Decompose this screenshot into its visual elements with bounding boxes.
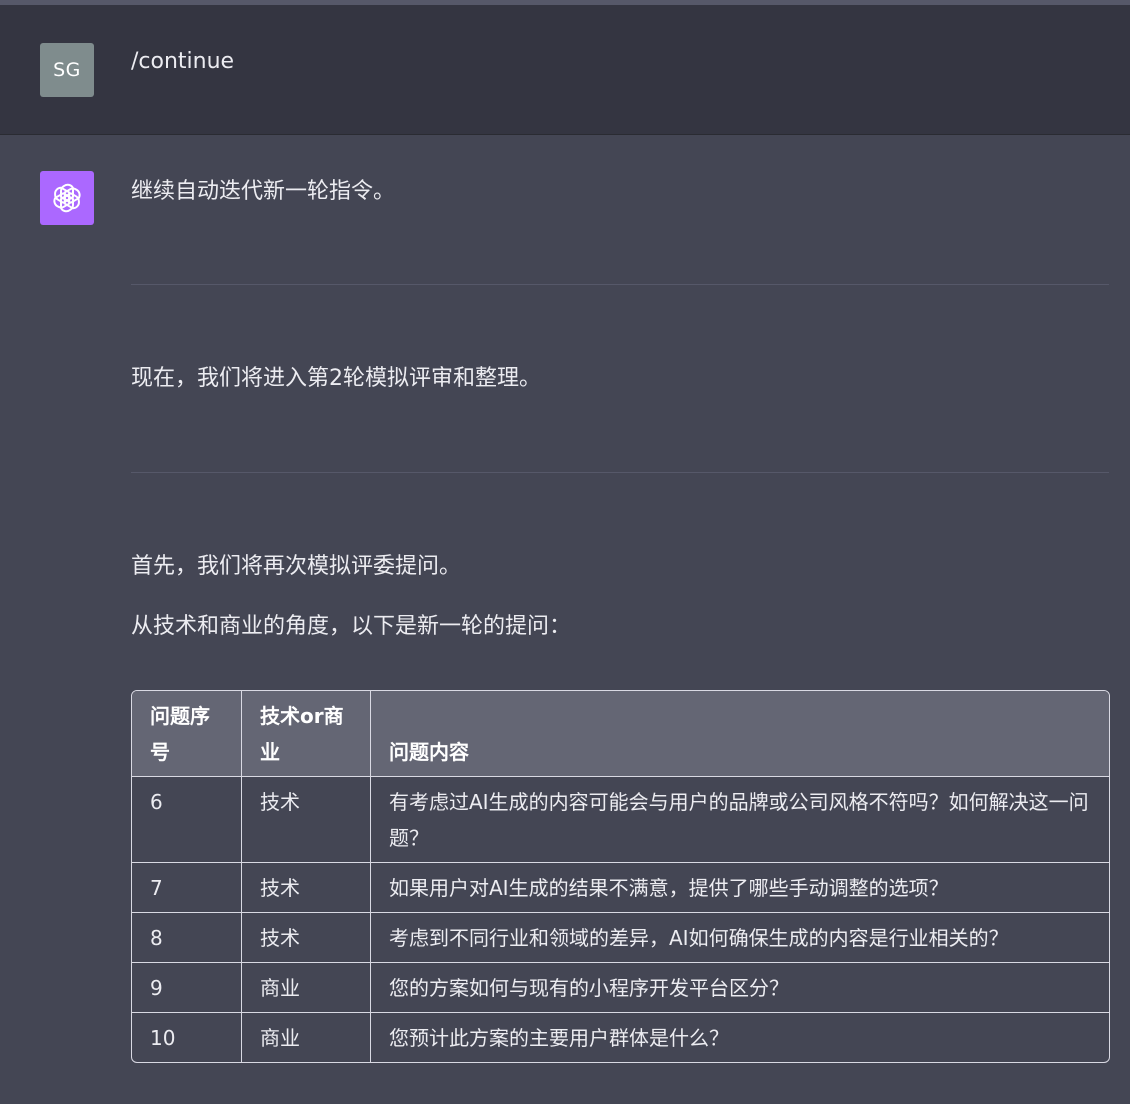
cell-number: 7 — [132, 862, 242, 913]
assistant-message-row: 继续自动迭代新一轮指令。 现在，我们将进入第2轮模拟评审和整理。 首先，我们将再… — [0, 135, 1130, 1104]
cell-question: 您的方案如何与现有的小程序开发平台区分？ — [370, 962, 1109, 1013]
questions-table: 问题序号 技术or商业 问题内容 6 技术 有考虑过AI生成的内容可能会与用户的… — [131, 690, 1110, 1063]
table-row: 10 商业 您预计此方案的主要用户群体是什么？ — [132, 1012, 1109, 1062]
assistant-avatar — [40, 171, 94, 225]
paragraph: 现在，我们将进入第2轮模拟评审和整理。 — [131, 366, 541, 391]
cell-category: 商业 — [241, 1012, 371, 1062]
table-header-row: 问题序号 技术or商业 问题内容 — [132, 691, 1109, 777]
header-question-number: 问题序号 — [132, 691, 242, 777]
cell-question: 有考虑过AI生成的内容可能会与用户的品牌或公司风格不符吗？如何解决这一问题？ — [370, 776, 1109, 863]
openai-logo-icon — [53, 183, 81, 213]
user-message-text: /continue — [131, 49, 235, 74]
cell-number: 8 — [132, 912, 242, 963]
cell-question: 您预计此方案的主要用户群体是什么？ — [389, 1026, 729, 1050]
cell-question: 如果用户对AI生成的结果不满意，提供了哪些手动调整的选项？ — [370, 862, 1109, 913]
user-message-row: SG /continue — [0, 5, 1130, 135]
cell-category: 商业 — [241, 962, 371, 1013]
paragraph: 从技术和商业的角度，以下是新一轮的提问： — [131, 614, 572, 639]
cell-question: 考虑到不同行业和领域的差异，AI如何确保生成的内容是行业相关的？ — [370, 912, 1109, 963]
header-tech-or-business: 技术or商业 — [241, 691, 371, 777]
table-row: 7 技术 如果用户对AI生成的结果不满意，提供了哪些手动调整的选项？ — [132, 862, 1109, 913]
header-question-content: 问题内容 — [370, 691, 1109, 777]
cell-category: 技术 — [241, 862, 371, 913]
table-row: 6 技术 有考虑过AI生成的内容可能会与用户的品牌或公司风格不符吗？如何解决这一… — [132, 776, 1109, 863]
paragraph: 首先，我们将再次模拟评委提问。 — [131, 554, 462, 579]
divider — [131, 472, 1109, 473]
cell-category: 技术 — [241, 776, 371, 863]
cell-category: 技术 — [241, 912, 371, 963]
table-row: 8 技术 考虑到不同行业和领域的差异，AI如何确保生成的内容是行业相关的？ — [132, 912, 1109, 963]
user-avatar: SG — [40, 43, 94, 97]
divider — [131, 284, 1109, 285]
cell-number: 6 — [132, 776, 242, 863]
cell-number: 10 — [132, 1012, 242, 1062]
cell-number: 9 — [132, 962, 242, 1013]
paragraph: 继续自动迭代新一轮指令。 — [131, 179, 396, 204]
table-row: 9 商业 您的方案如何与现有的小程序开发平台区分？ — [132, 962, 1109, 1013]
